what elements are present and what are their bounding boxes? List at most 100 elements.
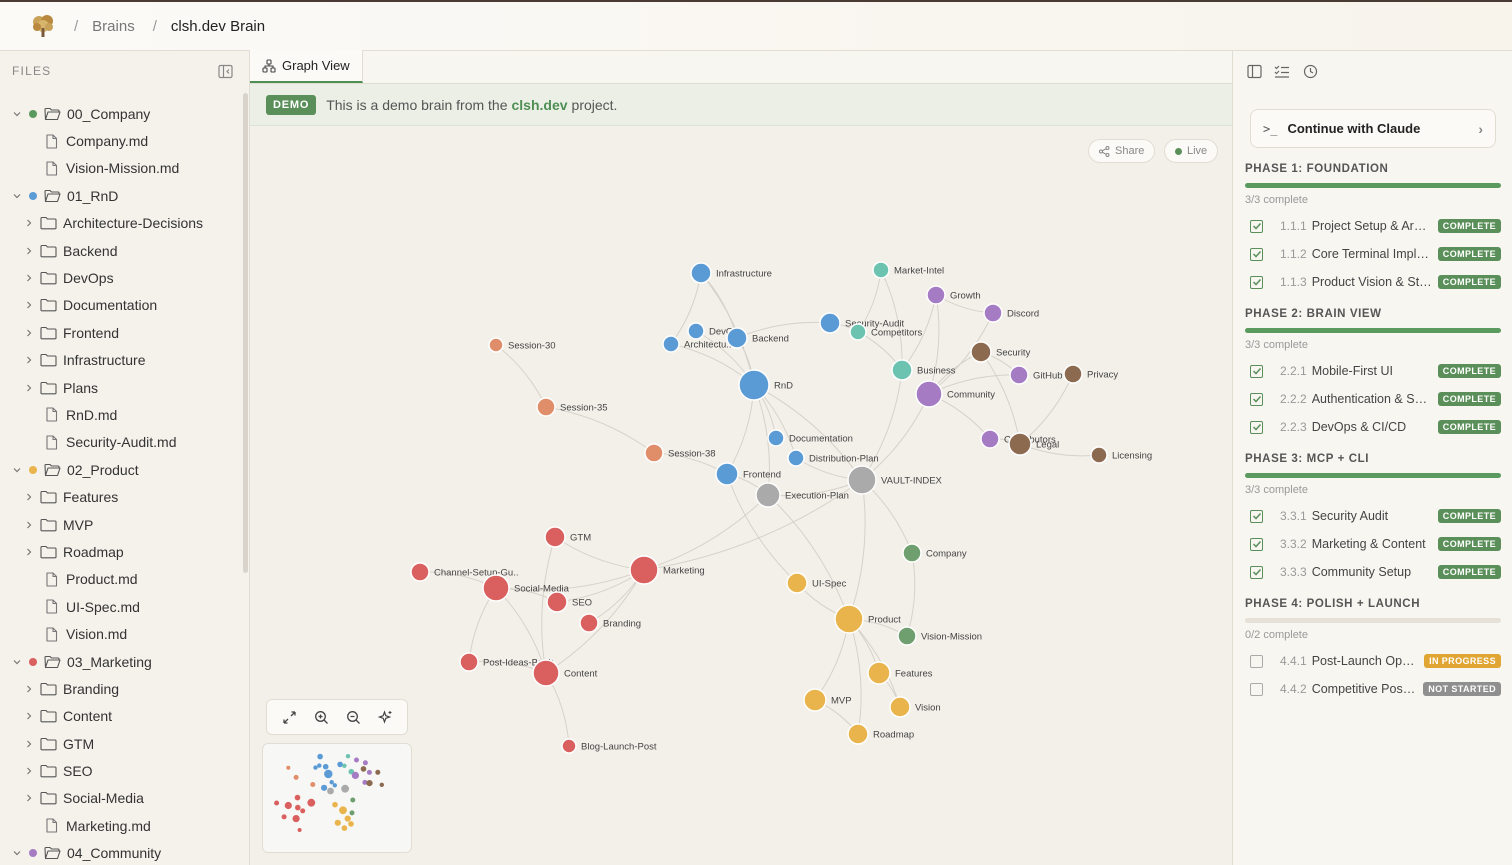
- chevron-right-icon[interactable]: [23, 300, 35, 310]
- graph-node[interactable]: [926, 285, 946, 305]
- graph-node[interactable]: [1009, 365, 1029, 385]
- task-item[interactable]: 1.1.1 Project Setup & Architecture COMPLET…: [1245, 212, 1501, 240]
- fit-view-icon[interactable]: [282, 710, 297, 725]
- chevron-right-icon[interactable]: [23, 711, 35, 721]
- task-item[interactable]: 3.3.2 Marketing & Content COMPLETE: [1245, 530, 1501, 558]
- breadcrumb-current-brain[interactable]: clsh.dev Brain: [171, 18, 265, 35]
- live-toggle[interactable]: Live: [1164, 139, 1219, 163]
- graph-node-label[interactable]: Privacy: [1087, 370, 1118, 381]
- chevron-down-icon[interactable]: [11, 848, 23, 858]
- graph-node[interactable]: [687, 322, 705, 340]
- folder-02-product[interactable]: 02_Product: [0, 456, 244, 483]
- graph-node-label[interactable]: Session-30: [508, 341, 556, 352]
- graph-node[interactable]: [897, 626, 917, 646]
- graph-node[interactable]: [767, 429, 785, 447]
- graph-node[interactable]: [579, 613, 599, 633]
- folder-architecture-decisions[interactable]: Architecture-Decisions: [0, 210, 244, 237]
- graph-node-label[interactable]: Market-Intel: [894, 266, 944, 277]
- graph-node-label[interactable]: Discord: [1007, 309, 1039, 320]
- brain-tree-logo-icon[interactable]: [30, 13, 56, 39]
- task-item[interactable]: 4.4.2 Competitive Positioning NOT STARTED: [1245, 675, 1501, 703]
- tab-graph-view[interactable]: Graph View: [250, 50, 363, 83]
- graph-node[interactable]: [786, 572, 808, 594]
- folder-infrastructure[interactable]: Infrastructure: [0, 347, 244, 374]
- task-checkbox[interactable]: [1250, 509, 1263, 523]
- chevron-down-icon[interactable]: [11, 465, 23, 475]
- graph-node[interactable]: [847, 465, 877, 495]
- graph-node[interactable]: [970, 341, 992, 363]
- task-checkbox[interactable]: [1250, 654, 1263, 668]
- graph-node[interactable]: [459, 652, 479, 672]
- graph-node-label[interactable]: Execution-Plan: [785, 491, 849, 502]
- task-item[interactable]: 4.4.1 Post-Launch Operations IN PROGRESS: [1245, 647, 1501, 675]
- chevron-right-icon[interactable]: [23, 766, 35, 776]
- graph-node[interactable]: [1063, 364, 1083, 384]
- graph-node-label[interactable]: Vision: [915, 703, 941, 714]
- graph-node-label[interactable]: Legal: [1036, 440, 1059, 451]
- chevron-right-icon[interactable]: [23, 492, 35, 502]
- chevron-down-icon[interactable]: [11, 109, 23, 119]
- graph-node-label[interactable]: Marketing: [663, 566, 705, 577]
- folder-04-community[interactable]: 04_Community: [0, 840, 244, 865]
- clsh-dev-link[interactable]: clsh.dev: [512, 97, 568, 113]
- folder-devops[interactable]: DevOps: [0, 264, 244, 291]
- graph-node-label[interactable]: VAULT-INDEX: [881, 476, 943, 487]
- chevron-right-icon[interactable]: [23, 684, 35, 694]
- task-checkbox[interactable]: [1250, 275, 1263, 289]
- task-checkbox[interactable]: [1250, 219, 1263, 233]
- sparkles-icon[interactable]: [377, 709, 393, 725]
- graph-node-label[interactable]: Company: [926, 549, 967, 560]
- folder-social-media[interactable]: Social-Media: [0, 785, 244, 812]
- folder-documentation[interactable]: Documentation: [0, 292, 244, 319]
- checklist-icon[interactable]: [1273, 62, 1291, 80]
- graph-node-label[interactable]: Session-35: [560, 403, 608, 414]
- graph-node[interactable]: [819, 312, 841, 334]
- graph-node[interactable]: [532, 659, 560, 687]
- graph-node-label[interactable]: Vision-Mission: [921, 632, 982, 643]
- graph-node-label[interactable]: Business: [917, 366, 956, 377]
- graph-node[interactable]: [803, 688, 827, 712]
- file-vision-md[interactable]: Vision.md: [0, 620, 244, 647]
- file-product-md[interactable]: Product.md: [0, 566, 244, 593]
- graph-node[interactable]: [891, 359, 913, 381]
- graph-node-label[interactable]: Distribution-Plan: [809, 454, 879, 465]
- graph-node-label[interactable]: SEO: [572, 598, 592, 609]
- share-button[interactable]: Share: [1088, 139, 1156, 163]
- graph-node[interactable]: [915, 380, 943, 408]
- folder-branding[interactable]: Branding: [0, 675, 244, 702]
- task-item[interactable]: 2.2.2 Authentication & Security COMPLETE: [1245, 385, 1501, 413]
- chevron-down-icon[interactable]: [11, 191, 23, 201]
- graph-node[interactable]: [690, 262, 712, 284]
- task-item[interactable]: 2.2.1 Mobile-First UI COMPLETE: [1245, 357, 1501, 385]
- chevron-right-icon[interactable]: [23, 793, 35, 803]
- file-company-md[interactable]: Company.md: [0, 127, 244, 154]
- task-checkbox[interactable]: [1250, 247, 1263, 261]
- folder-03-marketing[interactable]: 03_Marketing: [0, 648, 244, 675]
- graph-node[interactable]: [847, 723, 869, 745]
- folder-mvp[interactable]: MVP: [0, 511, 244, 538]
- file-marketing-md[interactable]: Marketing.md: [0, 812, 244, 839]
- graph-node[interactable]: [662, 335, 680, 353]
- task-checkbox[interactable]: [1250, 420, 1263, 434]
- graph-node-label[interactable]: GitHub: [1033, 371, 1063, 382]
- graph-node[interactable]: [544, 526, 566, 548]
- graph-node[interactable]: [834, 604, 864, 634]
- sidebar-scrollbar[interactable]: [243, 93, 248, 573]
- graph-node-label[interactable]: RnD: [774, 381, 793, 392]
- graph-node-label[interactable]: MVP: [831, 696, 852, 707]
- graph-node-label[interactable]: Growth: [950, 291, 981, 302]
- folder-plans[interactable]: Plans: [0, 374, 244, 401]
- graph-node-label[interactable]: Session-38: [668, 449, 716, 460]
- task-item[interactable]: 3.3.3 Community Setup COMPLETE: [1245, 558, 1501, 586]
- graph-node[interactable]: [980, 429, 1000, 449]
- chevron-right-icon[interactable]: [23, 328, 35, 338]
- graph-node[interactable]: [629, 555, 659, 585]
- graph-node[interactable]: [889, 696, 911, 718]
- task-item[interactable]: 1.1.2 Core Terminal Implementation COMPLET…: [1245, 240, 1501, 268]
- chevron-right-icon[interactable]: [23, 739, 35, 749]
- task-checkbox[interactable]: [1250, 392, 1263, 406]
- history-clock-icon[interactable]: [1301, 62, 1319, 80]
- graph-node[interactable]: [482, 574, 510, 602]
- graph-node[interactable]: [1090, 446, 1108, 464]
- folder-frontend[interactable]: Frontend: [0, 319, 244, 346]
